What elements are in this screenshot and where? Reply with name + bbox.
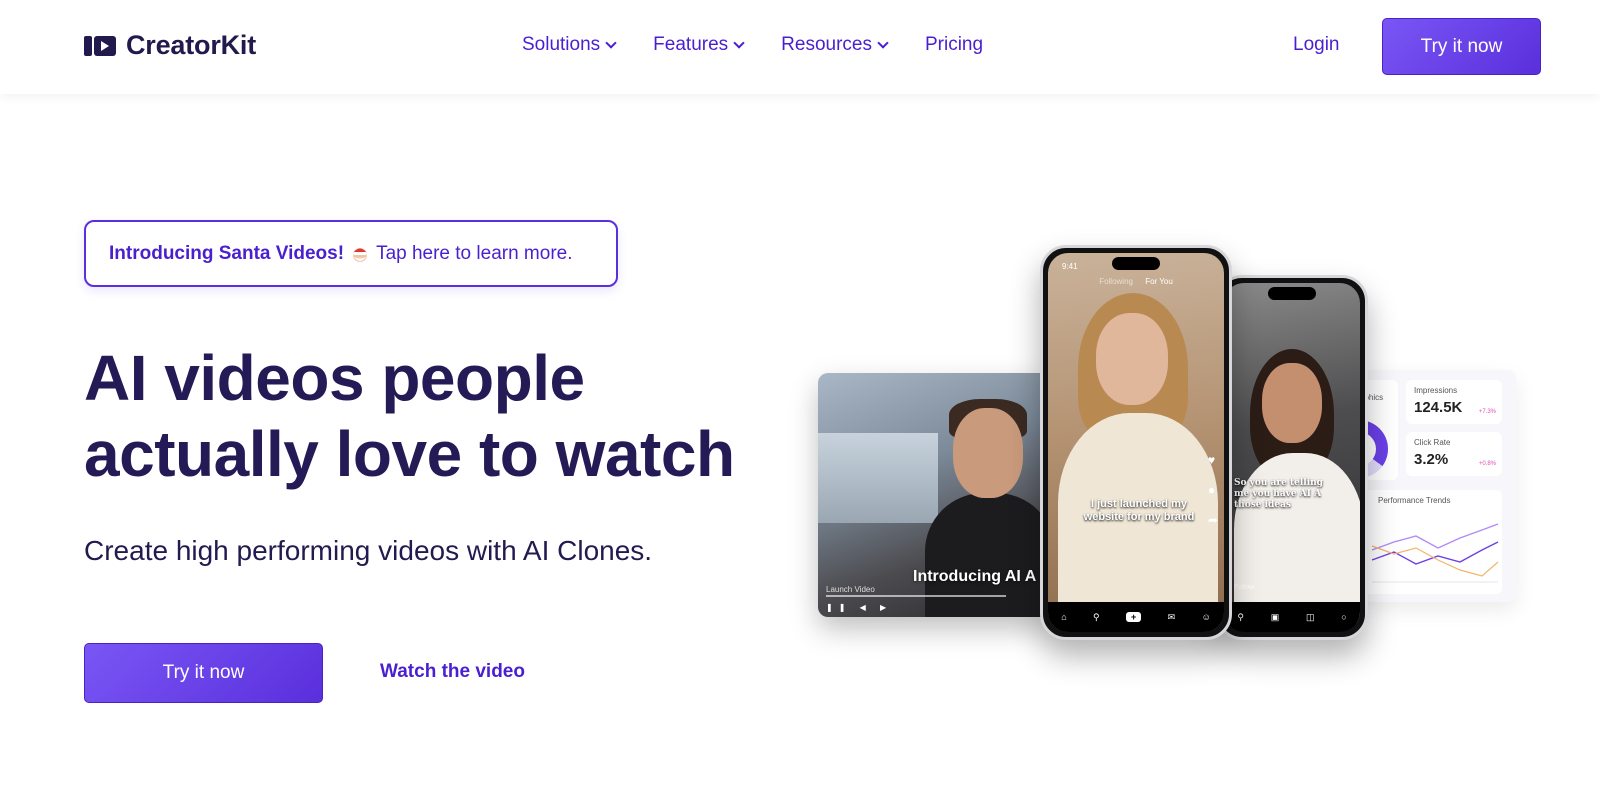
video-controls-icon: ❚❚ ◀ ▶ bbox=[826, 603, 893, 612]
stat-delta: +0.8% bbox=[1478, 461, 1496, 467]
chevron-down-icon bbox=[733, 36, 745, 49]
profile-icon: ☺ bbox=[1201, 612, 1211, 622]
stat-delta: +7.3% bbox=[1478, 409, 1496, 415]
create-icon: + bbox=[1126, 612, 1142, 622]
stat-label: Impressions bbox=[1414, 386, 1458, 395]
tab-following: Following bbox=[1099, 277, 1133, 286]
chevron-down-icon bbox=[877, 36, 889, 49]
hero-try-it-now-button[interactable]: Try it now bbox=[84, 643, 323, 703]
click-rate-card: Click Rate 3.2% +0.8% bbox=[1406, 432, 1502, 476]
main-menu: Solutions Features Resources Pricing bbox=[522, 34, 983, 56]
discover-icon: ⚲ bbox=[1093, 611, 1100, 622]
banner-link-text: Tap here to learn more. bbox=[376, 242, 573, 264]
santa-emoji-icon bbox=[350, 244, 370, 264]
app-bottom-nav: ⌂ ⚲ + ✉ ☺ bbox=[1048, 602, 1224, 632]
menu-item-pricing[interactable]: Pricing bbox=[925, 34, 983, 56]
analytics-dashboard: aphics Impressions 124.5K +7.3% Click Ra… bbox=[1356, 370, 1516, 602]
announcement-banner[interactable]: Introducing Santa Videos! Tap here to le… bbox=[84, 220, 618, 287]
video-title-overlay: Introducing AI A bbox=[913, 568, 1037, 585]
video-caption: Launch Video bbox=[826, 585, 875, 594]
home-icon: ⌂ bbox=[1061, 612, 1067, 622]
share-icon: ➦ bbox=[1207, 513, 1218, 527]
app-bottom-nav: ⚲ ▣ ◫ ○ bbox=[1224, 602, 1360, 632]
top-navbar: CreatorKit Solutions Features Resources … bbox=[0, 0, 1600, 94]
follow-label: Follow bbox=[1234, 584, 1255, 591]
comment-icon: ● bbox=[1207, 483, 1216, 497]
login-link[interactable]: Login bbox=[1293, 34, 1340, 56]
hero-title: AI videos people actually love to watch bbox=[84, 340, 735, 492]
video-caption-overlay: I just launched my website for my brand bbox=[1083, 498, 1195, 523]
feed-tabs: Following For You bbox=[1048, 277, 1224, 286]
menu-item-solutions[interactable]: Solutions bbox=[522, 34, 617, 56]
stat-label: Click Rate bbox=[1414, 438, 1451, 447]
hero-subtitle: Create high performing videos with AI Cl… bbox=[84, 535, 653, 566]
tab-for-you: For You bbox=[1145, 277, 1173, 286]
menu-item-label: Features bbox=[653, 34, 729, 55]
video-caption-overlay: So you are telling me you have AI A thos… bbox=[1234, 478, 1323, 510]
brand-logo[interactable]: CreatorKit bbox=[84, 30, 256, 61]
dynamic-island bbox=[1112, 257, 1160, 270]
action-icons: ♥ ● ➦ bbox=[1208, 453, 1218, 527]
video-progress-bar bbox=[826, 595, 1006, 597]
profile-icon: ○ bbox=[1341, 612, 1347, 622]
search-icon: ⚲ bbox=[1237, 611, 1244, 622]
menu-item-features[interactable]: Features bbox=[653, 34, 745, 56]
video-player-card: Introducing AI A Launch Video ❚❚ ◀ ▶ bbox=[818, 373, 1050, 617]
product-mockup: Introducing AI A Launch Video ❚❚ ◀ ▶ 9:4… bbox=[818, 245, 1538, 665]
brand-name: CreatorKit bbox=[126, 30, 257, 60]
phone-screen: 9:41 Following For You I just launched m… bbox=[1048, 253, 1224, 632]
hero-title-line2: actually love to watch bbox=[84, 418, 735, 490]
try-it-now-button[interactable]: Try it now bbox=[1382, 18, 1541, 75]
impressions-card: Impressions 124.5K +7.3% bbox=[1406, 380, 1502, 424]
phone-mockup-back: So you are telling me you have AI A thos… bbox=[1216, 275, 1368, 640]
chevron-down-icon bbox=[605, 36, 617, 49]
menu-item-label: Solutions bbox=[522, 34, 601, 55]
heart-icon: ♥ bbox=[1207, 453, 1216, 467]
dynamic-island bbox=[1268, 287, 1316, 300]
menu-item-label: Resources bbox=[781, 34, 872, 55]
shop-icon: ◫ bbox=[1305, 611, 1315, 622]
trend-line-chart bbox=[1371, 523, 1499, 583]
status-time: 9:41 bbox=[1062, 262, 1078, 271]
woman-face bbox=[1262, 363, 1322, 443]
inbox-icon: ✉ bbox=[1167, 611, 1176, 622]
phone-mockup-front: 9:41 Following For You I just launched m… bbox=[1040, 245, 1232, 640]
woman-face bbox=[1096, 313, 1168, 405]
banner-bold-text: Introducing Santa Videos! bbox=[109, 242, 345, 264]
hero-title-line1: AI videos people bbox=[84, 342, 585, 414]
phone-screen: So you are telling me you have AI A thos… bbox=[1224, 283, 1360, 632]
create-icon: ▣ bbox=[1270, 611, 1280, 622]
city-window-image bbox=[818, 433, 938, 523]
logo-icon bbox=[84, 34, 116, 58]
watch-video-link[interactable]: Watch the video bbox=[380, 661, 525, 683]
menu-item-resources[interactable]: Resources bbox=[781, 34, 889, 56]
menu-item-label: Pricing bbox=[924, 34, 984, 55]
performance-trends-card: Performance Trends bbox=[1364, 490, 1502, 594]
